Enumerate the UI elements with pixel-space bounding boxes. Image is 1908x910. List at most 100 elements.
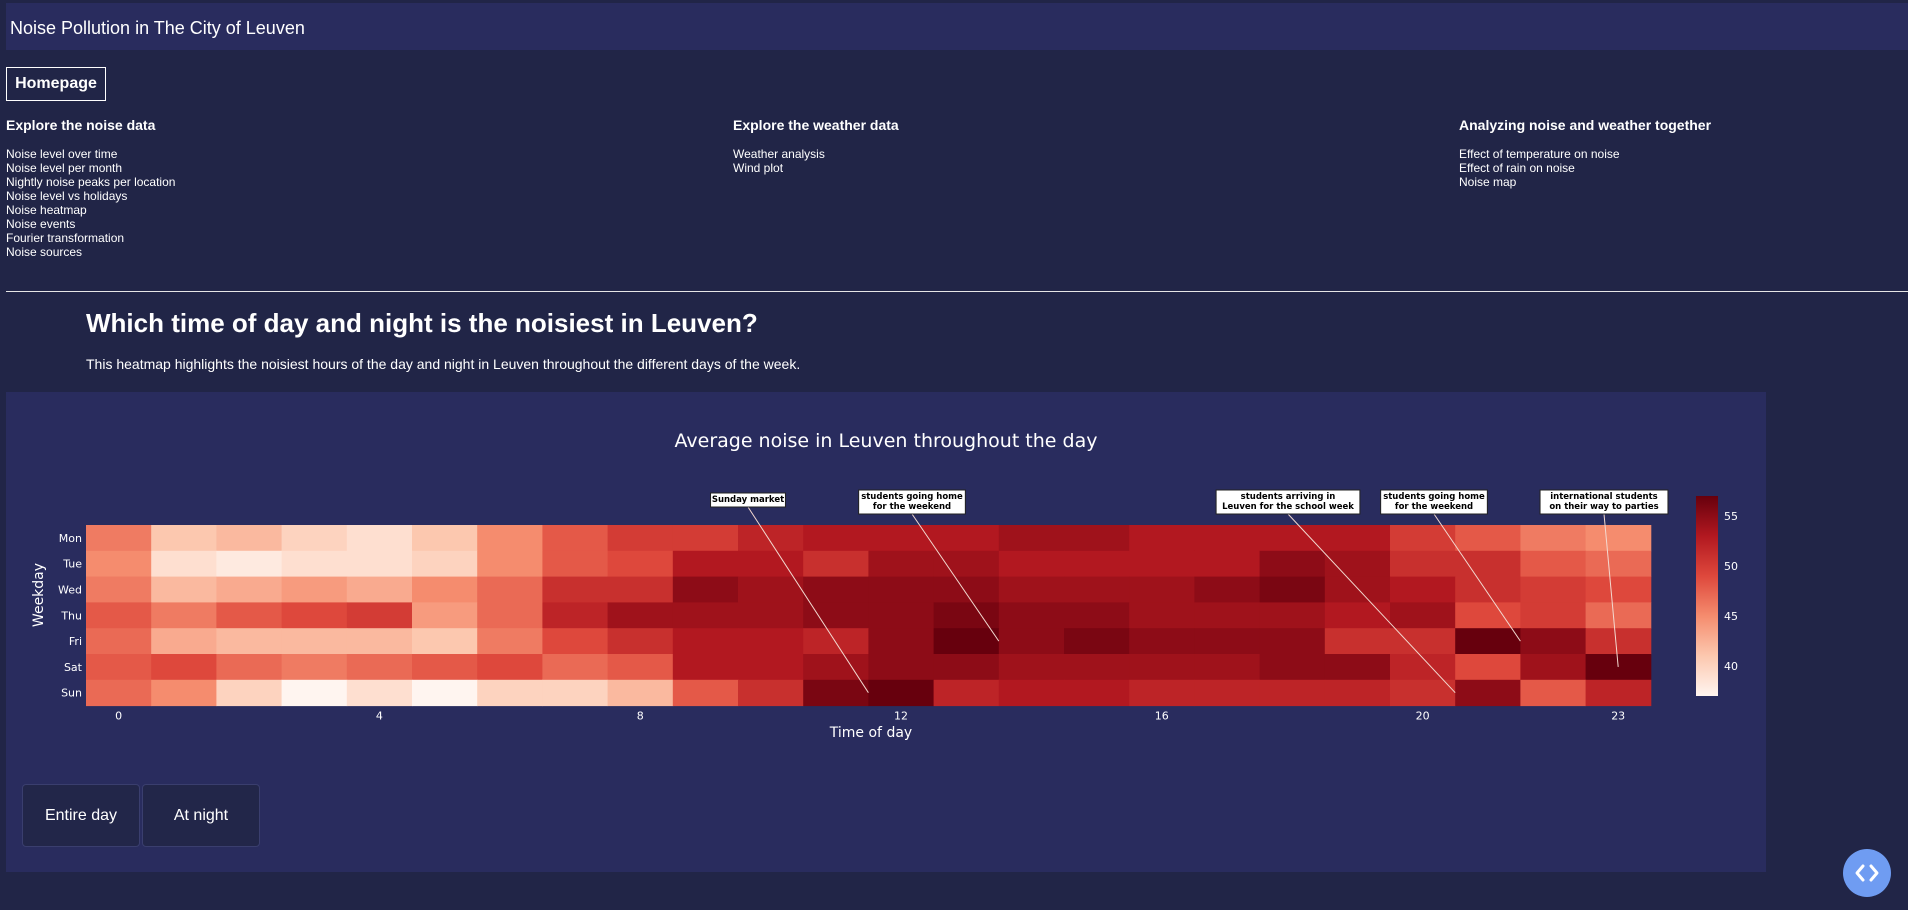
heatmap-cell [607, 602, 674, 629]
heatmap-cell [216, 576, 283, 603]
nav-link-nightly-noise-peaks[interactable]: Nightly noise peaks per location [6, 175, 175, 189]
heatmap-cell [1585, 628, 1652, 655]
heatmap-cell [542, 602, 609, 629]
heatmap-cell [998, 654, 1065, 681]
x-tick-label: 8 [637, 710, 644, 723]
heatmap-cell [346, 628, 413, 655]
heatmap-chart[interactable]: Average noise in Leuven throughout the d… [6, 392, 1766, 872]
heatmap-cell [607, 525, 674, 552]
heatmap-cell [607, 679, 674, 707]
nav-link-fourier-transformation[interactable]: Fourier transformation [6, 231, 175, 245]
colorbar-tick-label: 40 [1724, 660, 1738, 673]
heatmap-cell [477, 550, 543, 578]
heatmap-cell [1324, 602, 1391, 629]
heatmap-cell [672, 679, 739, 707]
nav-link-noise-sources[interactable]: Noise sources [6, 245, 175, 259]
heatmap-cell [346, 654, 413, 681]
heatmap-cell [1324, 679, 1391, 707]
nav-link-weather-analysis[interactable]: Weather analysis [733, 147, 899, 161]
x-tick-label: 20 [1416, 710, 1430, 723]
heatmap-cell [1259, 654, 1326, 681]
heatmap-cell [346, 602, 413, 629]
heatmap-cell [281, 679, 348, 707]
heatmap-cell [1259, 602, 1326, 629]
heatmap-cell [346, 679, 413, 707]
heatmap-cell [933, 654, 1000, 681]
heatmap-cell [672, 525, 739, 552]
heatmap-cell [1129, 550, 1195, 578]
heatmap-cell [151, 525, 217, 552]
nav-heading-weather: Explore the weather data [733, 117, 899, 133]
heatmap-cell [1520, 602, 1587, 629]
y-axis-label: Weekday [31, 563, 47, 627]
y-tick-labels: Mon Tue Wed Thu Fri Sat Sun [58, 532, 83, 700]
heatmap-cell [868, 602, 935, 629]
heatmap-cell [738, 654, 804, 681]
heatmap-cell [412, 654, 478, 681]
heatmap-cell [998, 550, 1065, 578]
heatmap-cell [1455, 550, 1521, 578]
heatmap-cell [1390, 602, 1456, 629]
nav-link-noise-map[interactable]: Noise map [1459, 175, 1711, 189]
nav-link-noise-heatmap[interactable]: Noise heatmap [6, 203, 175, 217]
heatmap-cell [607, 550, 674, 578]
heatmap-cell [151, 654, 217, 681]
heatmap-cell [86, 679, 152, 707]
x-tick-label: 4 [376, 710, 383, 723]
heatmap-cell [1064, 525, 1130, 552]
heatmap-cell [1194, 654, 1261, 681]
heatmap-cell [738, 602, 804, 629]
heatmap-cell [412, 576, 478, 603]
nav-link-rain-effect[interactable]: Effect of rain on noise [1459, 161, 1711, 175]
heatmap-cell [868, 628, 935, 655]
heatmap-cell [933, 602, 1000, 629]
heatmap-cell [1520, 550, 1587, 578]
chart-panel: Average noise in Leuven throughout the d… [6, 392, 1766, 872]
section-description: This heatmap highlights the noisiest hou… [86, 356, 801, 372]
annotation-text: students arriving in [1241, 492, 1336, 502]
heatmap-cell [738, 525, 804, 552]
heatmap-cell [412, 602, 478, 629]
nav-link-noise-level-over-time[interactable]: Noise level over time [6, 147, 175, 161]
heatmap-cell [151, 602, 217, 629]
nav-link-noise-level-per-month[interactable]: Noise level per month [6, 161, 175, 175]
heatmap-cell [1064, 628, 1130, 655]
heatmap-cell [216, 628, 283, 655]
heatmap-cell [1455, 654, 1521, 681]
heatmap-cell [1455, 628, 1521, 655]
heatmap-cell [1129, 525, 1195, 552]
section-divider [6, 291, 1908, 292]
heatmap-cell [738, 576, 804, 603]
code-brackets-icon[interactable] [1843, 849, 1891, 897]
heatmap-cell [281, 525, 348, 552]
heatmap-cell [1259, 679, 1326, 707]
heatmap-cell [803, 525, 869, 552]
annotation-text: for the weekend [873, 502, 951, 512]
heatmap-cell [216, 654, 283, 681]
nav-link-noise-vs-holidays[interactable]: Noise level vs holidays [6, 189, 175, 203]
heatmap-cell [868, 654, 935, 681]
heatmap-cell [672, 602, 739, 629]
at-night-button[interactable]: At night [142, 784, 260, 847]
heatmap-cell [1129, 654, 1195, 681]
nav-link-wind-plot[interactable]: Wind plot [733, 161, 899, 175]
homepage-button[interactable]: Homepage [6, 67, 106, 101]
nav-link-temperature-effect[interactable]: Effect of temperature on noise [1459, 147, 1711, 161]
heatmap-cell [151, 576, 217, 603]
section-heading: Which time of day and night is the noisi… [86, 308, 758, 338]
x-tick-labels: 0 4 8 12 16 20 23 [115, 710, 1625, 723]
heatmap-cell [1064, 576, 1130, 603]
heatmap-cell [1455, 576, 1521, 603]
entire-day-button[interactable]: Entire day [22, 784, 140, 847]
heatmap-cell [998, 525, 1065, 552]
heatmap-cell [1064, 679, 1130, 707]
heatmap-cell [1129, 602, 1195, 629]
heatmap-cell [346, 576, 413, 603]
heatmap-cell [412, 628, 478, 655]
nav-link-noise-events[interactable]: Noise events [6, 217, 175, 231]
heatmap-cell [281, 602, 348, 629]
heatmap-cell [672, 628, 739, 655]
heatmap-cell [1520, 525, 1587, 552]
heatmap-cell [1585, 602, 1652, 629]
heatmap-cell [542, 576, 609, 603]
